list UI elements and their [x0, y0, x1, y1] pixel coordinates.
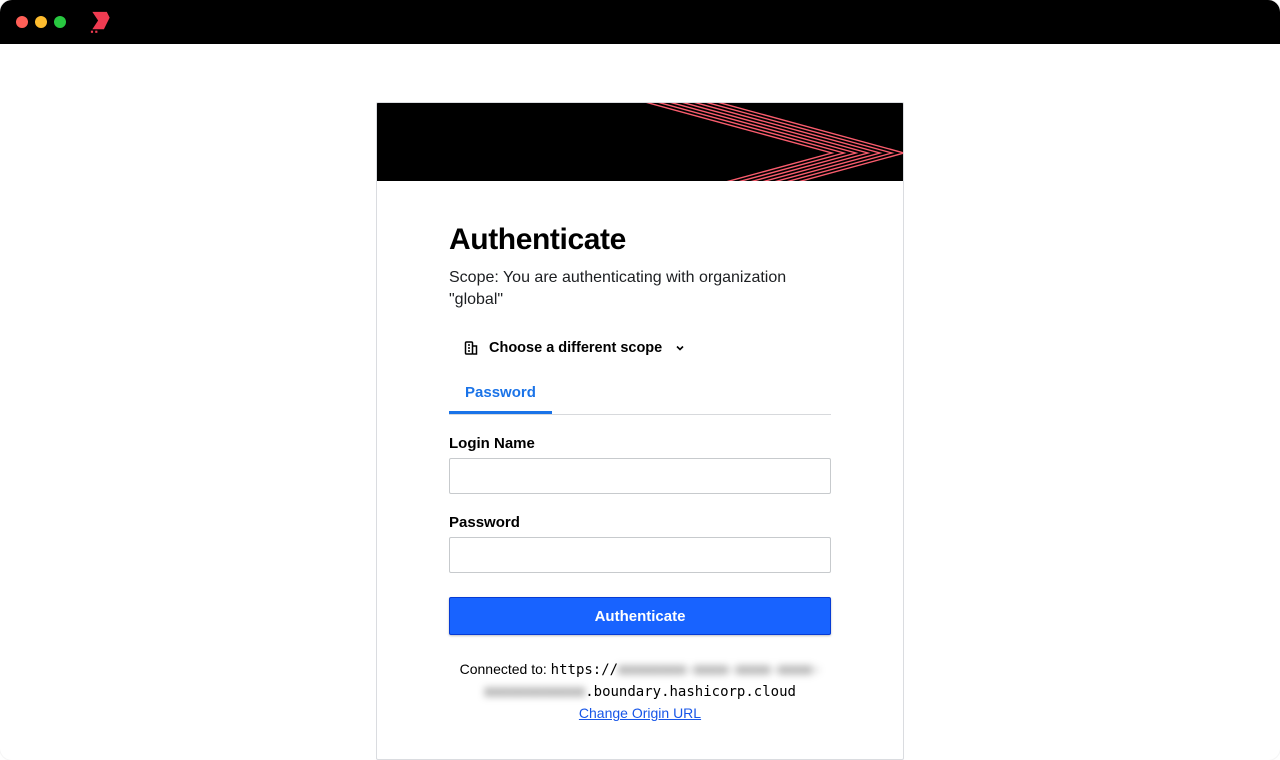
password-label: Password: [449, 514, 831, 531]
auth-method-tabs: Password: [449, 376, 831, 415]
connected-host-redacted-1: xxxxxxxx-xxxx-xxxx-xxxx-: [618, 662, 820, 678]
choose-scope-label: Choose a different scope: [489, 340, 662, 356]
login-name-field: Login Name: [449, 435, 831, 494]
content-area: Authenticate Scope: You are authenticati…: [0, 44, 1280, 760]
minimize-window-button[interactable]: [35, 16, 47, 28]
chevron-down-icon: [674, 342, 686, 354]
login-name-input[interactable]: [449, 458, 831, 494]
boundary-logo-icon: [88, 9, 114, 35]
password-field: Password: [449, 514, 831, 573]
connected-to: Connected to: https://xxxxxxxx-xxxx-xxxx…: [449, 659, 831, 724]
connected-scheme: https://: [551, 662, 618, 678]
org-icon: [463, 340, 479, 356]
connected-host-suffix: .boundary.hashicorp.cloud: [585, 684, 796, 700]
window-controls: [16, 16, 66, 28]
close-window-button[interactable]: [16, 16, 28, 28]
titlebar: [0, 0, 1280, 44]
connected-host-redacted-2: xxxxxxxxxxxx: [484, 684, 585, 700]
choose-scope-dropdown[interactable]: Choose a different scope: [449, 332, 700, 364]
authenticate-button[interactable]: Authenticate: [449, 597, 831, 635]
scope-description: Scope: You are authenticating with organ…: [449, 267, 831, 310]
card-body: Authenticate Scope: You are authenticati…: [377, 181, 903, 760]
app-window: Authenticate Scope: You are authenticati…: [0, 0, 1280, 760]
password-input[interactable]: [449, 537, 831, 573]
change-origin-link[interactable]: Change Origin URL: [579, 705, 701, 721]
connected-prefix: Connected to:: [460, 661, 551, 677]
auth-card: Authenticate Scope: You are authenticati…: [376, 102, 904, 760]
card-banner: [377, 103, 903, 181]
page-title: Authenticate: [449, 223, 831, 257]
login-name-label: Login Name: [449, 435, 831, 452]
fullscreen-window-button[interactable]: [54, 16, 66, 28]
tab-password[interactable]: Password: [449, 376, 552, 414]
